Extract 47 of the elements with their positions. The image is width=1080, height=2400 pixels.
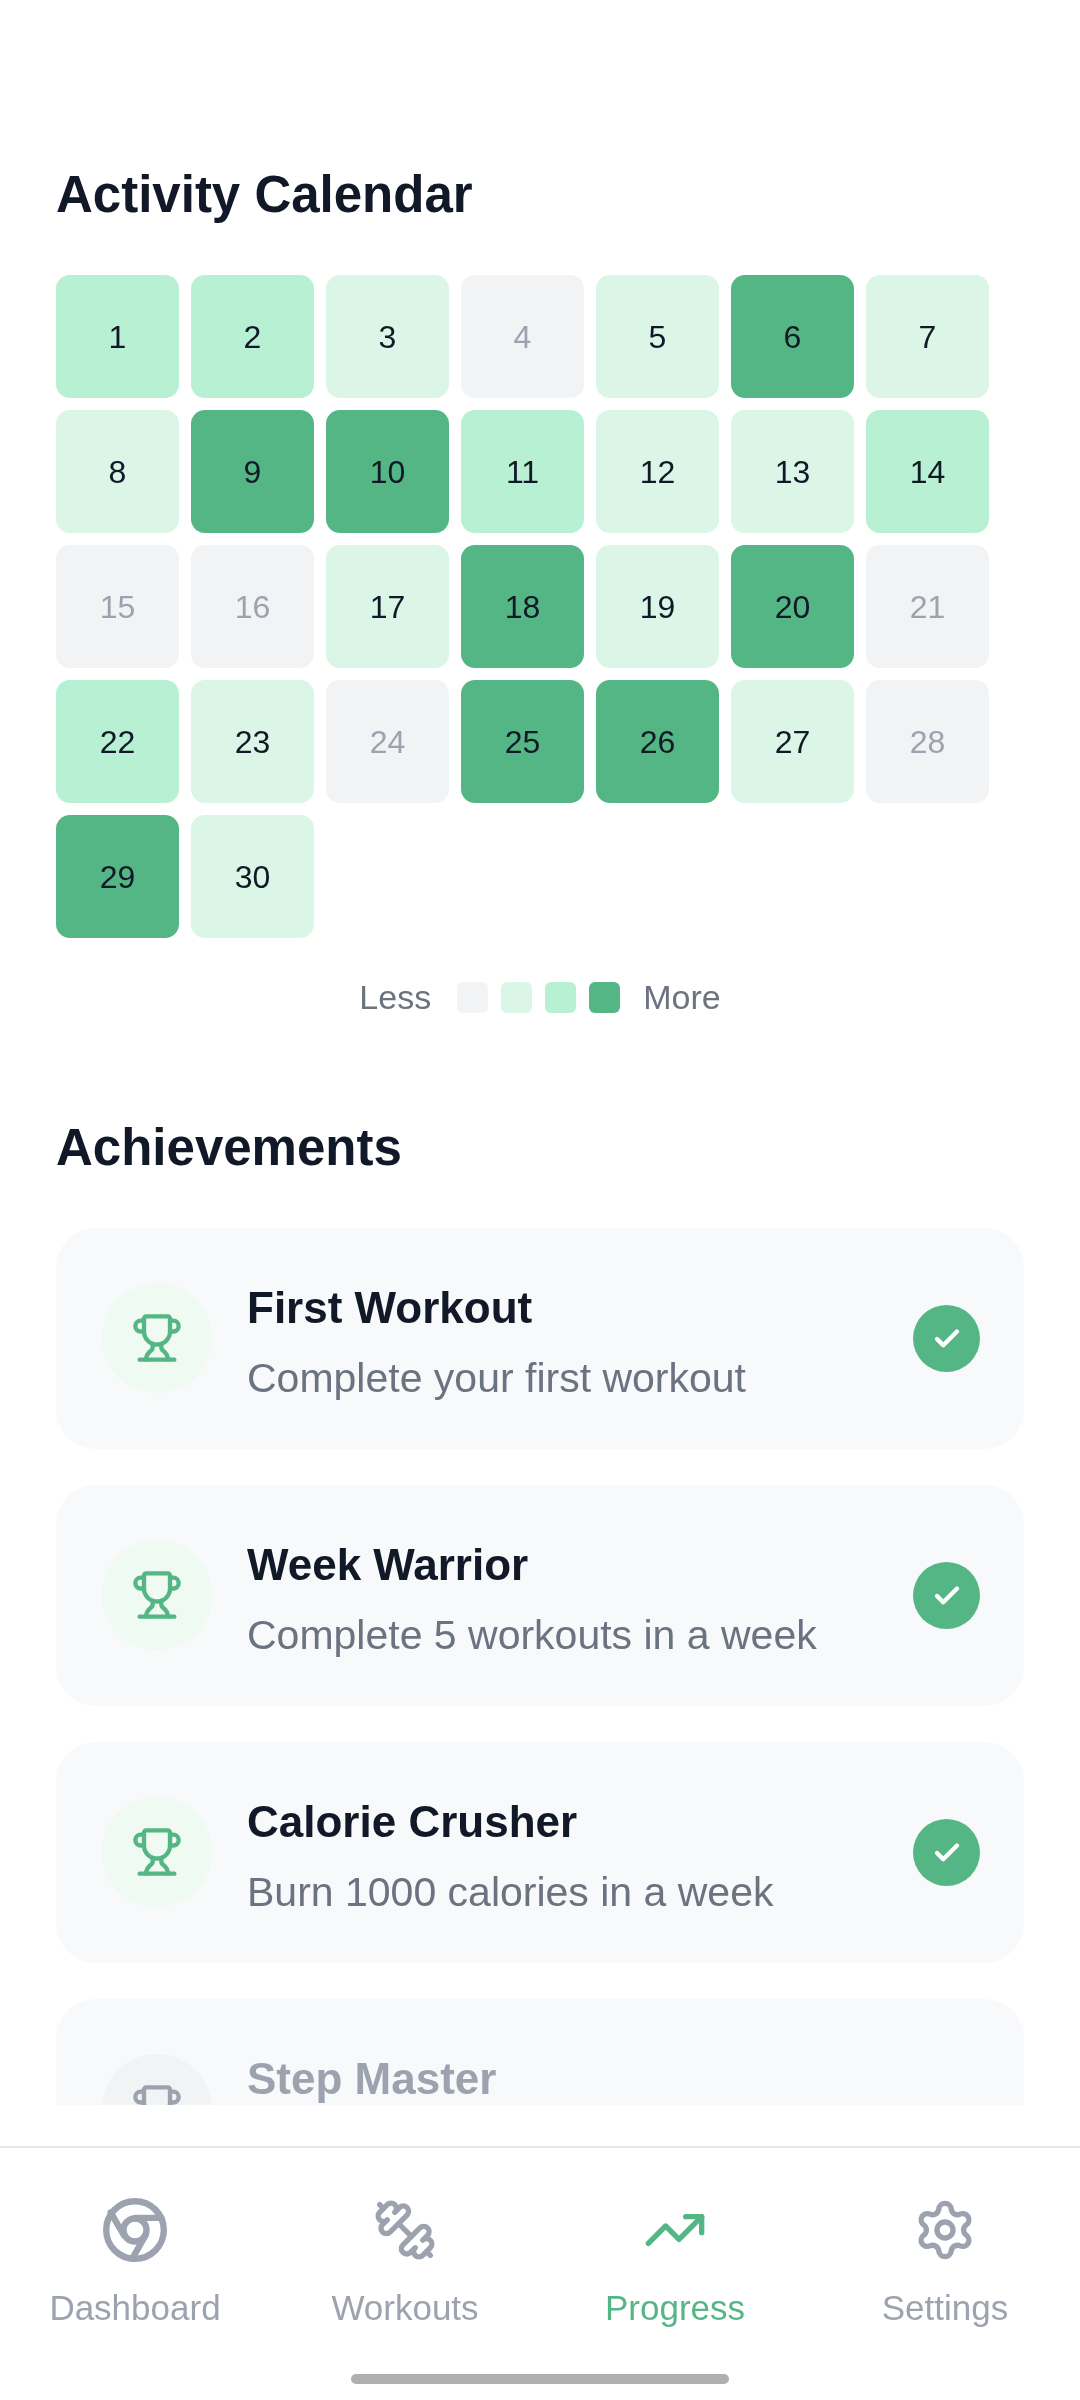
section-title: Activity Calendar [56, 165, 473, 225]
achievement-description: Complete 5 workouts in a week [247, 1611, 817, 1660]
calendar-day: 8 [56, 410, 179, 533]
calendar-day: 25 [461, 680, 584, 803]
calendar-day: 1 [56, 275, 179, 398]
calendar-day: 11 [461, 410, 584, 533]
calendar-day: 7 [866, 275, 989, 398]
nav-tab[interactable]: Dashboard [49, 2198, 221, 2329]
calendar-day: 6 [731, 275, 854, 398]
nav-tab[interactable]: Progress [604, 2198, 746, 2329]
calendar-day: 12 [596, 410, 719, 533]
calendar-day: 30 [191, 815, 314, 938]
calendar-day: 28 [866, 680, 989, 803]
calendar-day: 14 [866, 410, 989, 533]
achievement-title: First Workout [247, 1282, 533, 1334]
legend-label: More [643, 977, 721, 1018]
calendar-day: 26 [596, 680, 719, 803]
calendar-day: 27 [731, 680, 854, 803]
calendar-day: 10 [326, 410, 449, 533]
achievement-description: Burn 1000 calories in a week [247, 1868, 774, 1917]
calendar-day: 20 [731, 545, 854, 668]
achievement-title: Calorie Crusher [247, 1796, 578, 1848]
achievement-description: Complete your first workout [247, 1354, 746, 1403]
calendar-day: 18 [461, 545, 584, 668]
legend-label: Less [359, 977, 432, 1018]
section-title: Achievements [56, 1118, 402, 1178]
calendar-day: 9 [191, 410, 314, 533]
calendar-day: 5 [596, 275, 719, 398]
calendar-day: 21 [866, 545, 989, 668]
calendar-day: 4 [461, 275, 584, 398]
calendar-day: 29 [56, 815, 179, 938]
calendar-day: 19 [596, 545, 719, 668]
aperture-icon [103, 2198, 167, 2262]
dumbbell-icon [373, 2198, 437, 2262]
achievement-title: Step Master [247, 2053, 497, 2105]
calendar-day: 24 [326, 680, 449, 803]
calendar-day: 22 [56, 680, 179, 803]
nav-tab[interactable]: Settings [881, 2198, 1009, 2329]
calendar-day: 2 [191, 275, 314, 398]
calendar-day: 17 [326, 545, 449, 668]
nav-tab[interactable]: Workouts [331, 2198, 479, 2329]
calendar-day: 23 [191, 680, 314, 803]
calendar-day: 3 [326, 275, 449, 398]
calendar-day: 15 [56, 545, 179, 668]
achievement-title: Week Warrior [247, 1539, 529, 1591]
calendar-day: 13 [731, 410, 854, 533]
calendar-day: 16 [191, 545, 314, 668]
